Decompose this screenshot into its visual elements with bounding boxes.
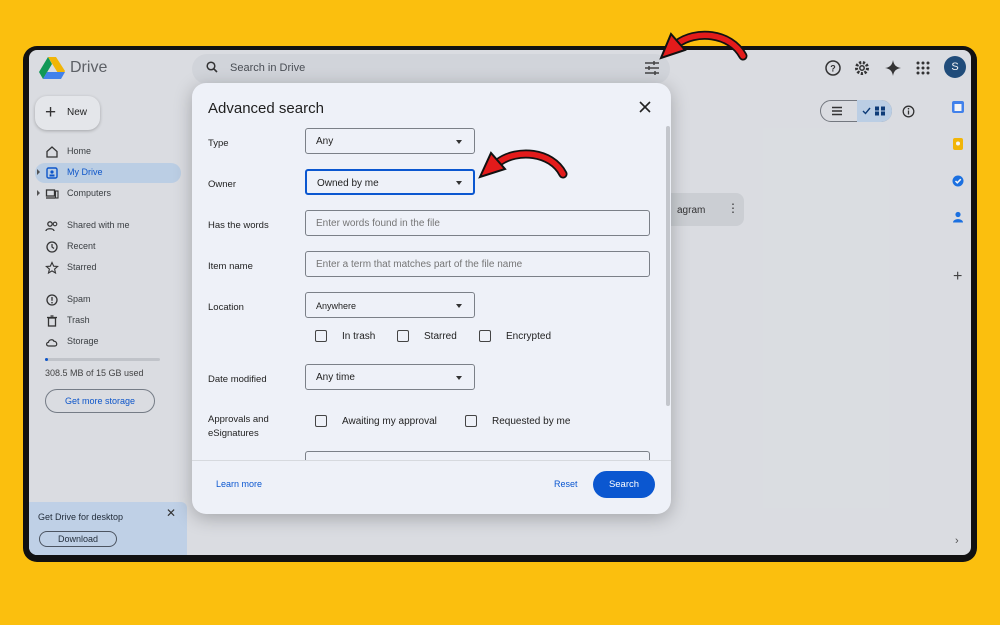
date-modified-value: Any time — [316, 372, 355, 383]
in-trash-label: In trash — [342, 331, 376, 342]
advanced-search-dialog: Advanced search Type Any Owner Owned by … — [192, 83, 671, 514]
owner-select[interactable]: Owned by me — [305, 169, 475, 195]
location-select-value: Anywhere — [316, 301, 357, 311]
encrypted-label: Encrypted — [506, 331, 552, 342]
has-words-label: Has the words — [208, 220, 269, 231]
starred-checkbox[interactable] — [397, 330, 409, 342]
dropdown-arrow-icon — [456, 304, 462, 308]
type-label: Type — [208, 138, 229, 149]
dropdown-arrow-icon — [456, 140, 462, 144]
starred-label: Starred — [424, 331, 457, 342]
close-icon[interactable] — [637, 99, 653, 115]
awaiting-approval-label: Awaiting my approval — [342, 416, 437, 427]
annotation-arrow-icon — [659, 30, 748, 61]
location-select[interactable]: Anywhere — [305, 292, 475, 318]
item-name-label: Item name — [208, 261, 253, 272]
type-select-value: Any — [316, 136, 334, 147]
requested-by-me-checkbox[interactable] — [465, 415, 477, 427]
location-label: Location — [208, 302, 244, 313]
reset-button[interactable]: Reset — [554, 479, 578, 489]
date-modified-label: Date modified — [208, 374, 267, 385]
search-button[interactable]: Search — [593, 471, 655, 498]
approvals-label-line2: eSignatures — [208, 428, 259, 439]
dialog-footer-divider — [192, 460, 671, 461]
dropdown-arrow-icon — [456, 181, 462, 185]
owner-select-value: Owned by me — [317, 178, 379, 189]
dropdown-arrow-icon — [456, 376, 462, 380]
in-trash-checkbox[interactable] — [315, 330, 327, 342]
next-field-partial — [305, 451, 650, 460]
requested-by-me-label: Requested by me — [492, 416, 571, 427]
learn-more-link[interactable]: Learn more — [216, 479, 262, 489]
encrypted-checkbox[interactable] — [479, 330, 491, 342]
item-name-input[interactable] — [305, 251, 650, 277]
dialog-title: Advanced search — [208, 100, 324, 117]
has-words-input[interactable] — [305, 210, 650, 236]
date-modified-select[interactable]: Any time — [305, 364, 475, 390]
annotation-arrow-icon — [478, 149, 568, 179]
dialog-scrollbar[interactable] — [666, 126, 670, 406]
awaiting-approval-checkbox[interactable] — [315, 415, 327, 427]
owner-label: Owner — [208, 179, 236, 190]
approvals-label-line1: Approvals and — [208, 414, 269, 425]
type-select[interactable]: Any — [305, 128, 475, 154]
